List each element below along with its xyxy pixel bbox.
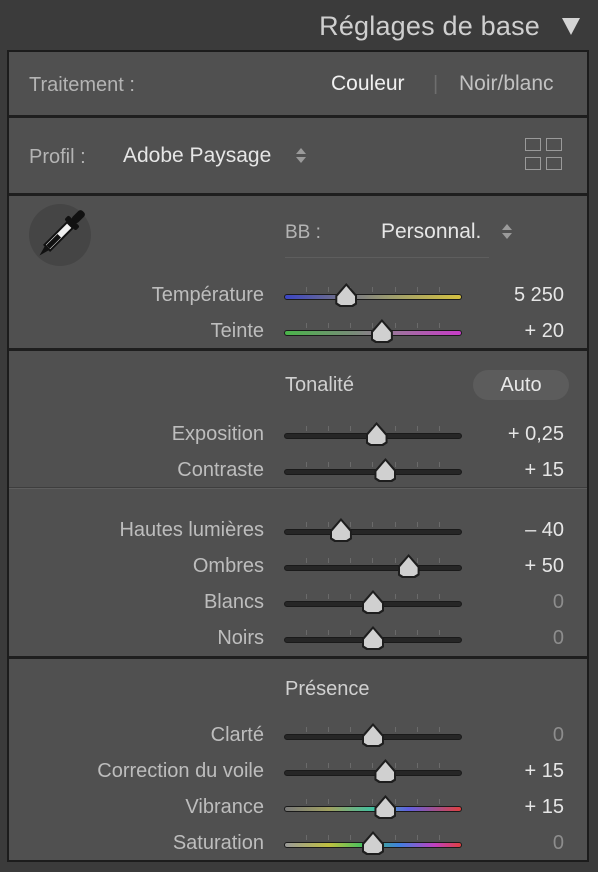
correction-du-voile-value[interactable]: + 15 [474,760,564,783]
ombres-slider-track[interactable] [284,565,462,571]
correction-du-voile-ticks [284,763,462,769]
contraste-slider-track[interactable] [284,469,462,475]
hautes-lumieres-slider-track[interactable] [284,529,462,535]
exposition-label: Exposition [171,423,264,445]
teinte-label: Teinte [210,320,264,342]
noirs-label: Noirs [217,627,264,649]
contraste-ticks [284,462,462,468]
vibrance-value[interactable]: + 15 [474,796,564,819]
eyedropper-icon [39,210,85,256]
treatment-divider: | [433,73,439,95]
noirs-value[interactable]: 0 [474,627,564,650]
wb-select[interactable]: Personnal. [381,220,481,244]
clarte-value[interactable]: 0 [474,724,564,747]
profile-browser-grid-icon[interactable] [525,138,563,172]
profile-label: Profil : [29,146,86,168]
presence-title: Présence [285,678,370,700]
eyedropper-button[interactable] [29,204,91,266]
ombres-label: Ombres [192,555,264,577]
profile-select[interactable]: Adobe Paysage [123,144,271,168]
auto-tone-button[interactable]: Auto [473,370,569,400]
treatment-color-button[interactable]: Couleur [331,72,405,96]
divider [9,115,587,118]
temperature-label: Température [151,284,264,306]
profile-updown-icon[interactable] [296,148,306,164]
vibrance-ticks [284,799,462,805]
tone-title: Tonalité [285,374,354,396]
blancs-label: Blancs [203,591,264,613]
panel-header[interactable]: Réglages de base [0,0,598,50]
saturation-value[interactable]: 0 [474,832,564,855]
hautes-lumieres-ticks [284,522,462,528]
treatment-bw-button[interactable]: Noir/blanc [459,72,554,96]
correction-du-voile-slider-track[interactable] [284,770,462,776]
teinte-ticks [284,323,462,329]
ombres-ticks [284,558,462,564]
collapse-triangle-icon[interactable] [562,18,580,35]
ombres-value[interactable]: + 50 [474,555,564,578]
correction-du-voile-label: Correction du voile [97,760,264,782]
auto-tone-label: Auto [500,374,542,396]
wb-label: BB : [285,222,321,243]
vibrance-label: Vibrance [185,796,264,818]
hautes-lumieres-label: Hautes lumières [119,519,264,541]
hautes-lumieres-value[interactable]: – 40 [474,519,564,542]
basic-panel: Traitement : Couleur | Noir/blanc Profil… [7,50,589,862]
contraste-value[interactable]: + 15 [474,459,564,482]
treatment-label: Traitement : [29,74,135,96]
temperature-value[interactable]: 5 250 [474,284,564,307]
panel-title: Réglages de base [319,11,540,41]
vibrance-slider-track[interactable] [284,806,462,812]
wb-updown-icon[interactable] [502,224,512,240]
blancs-value[interactable]: 0 [474,591,564,614]
teinte-value[interactable]: + 20 [474,320,564,343]
clarte-label: Clarté [210,724,264,746]
contraste-label: Contraste [177,459,264,481]
exposition-value[interactable]: + 0,25 [474,423,564,446]
divider [9,487,587,489]
temperature-slider-track[interactable] [284,294,462,300]
divider [9,656,587,659]
wb-underline [285,257,489,258]
divider [9,193,587,196]
divider [9,348,587,351]
saturation-label: Saturation [172,832,264,854]
temperature-ticks [284,287,462,293]
